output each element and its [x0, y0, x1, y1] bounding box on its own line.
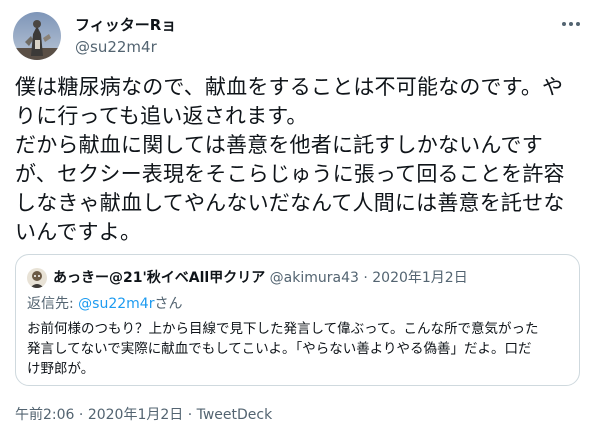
tweet-line: りに行っても追い返されます。: [15, 104, 308, 128]
tweet-source-link[interactable]: TweetDeck: [197, 407, 273, 423]
footer-separator: ·: [183, 407, 197, 423]
footer-separator: ·: [74, 407, 88, 423]
author-avatar[interactable]: [13, 12, 61, 60]
tweet-line: いんですよ。: [15, 220, 142, 244]
quote-line: け野郎が。: [27, 361, 95, 377]
quote-header: あっきー@21'秋イベAll甲クリア @akimura43 · 2020年1月2…: [53, 268, 468, 288]
reply-suffix: さん: [154, 296, 183, 312]
more-options-button[interactable]: [560, 13, 582, 35]
tweet: フィッターRョ @su22m4r 僕は糖尿病なので、献血をすることは不可能なので…: [0, 0, 596, 433]
quote-reply-context: 返信先: @su22m4rさん: [27, 294, 182, 314]
author-info: フィッターRョ @su22m4r: [75, 15, 176, 57]
reply-prefix: 返信先:: [27, 296, 79, 312]
quote-avatar-icon: [27, 268, 47, 288]
quote-handle: @akimura43: [269, 270, 359, 286]
quote-text: お前何様のつもり？上から目線で見下した発言して偉ぶって。こんな所で意気がった 発…: [27, 319, 572, 379]
tweet-footer: 午前2:06 · 2020年1月2日 · TweetDeck: [15, 405, 272, 425]
tweet-line: だから献血に関しては善意を他者に託すしかないんです: [15, 133, 543, 157]
reply-handle-link[interactable]: @su22m4r: [78, 296, 154, 312]
quote-line: お前何様のつもり？上から目線で見下した発言して偉ぶって。こんな所で意気がった: [27, 321, 539, 337]
quote-date: 2020年1月2日: [372, 270, 468, 286]
tweet-line: が、セクシー表現をそこらじゅうに張って回ることを許容: [15, 162, 565, 186]
author-handle[interactable]: @su22m4r: [75, 37, 176, 57]
author-display-name[interactable]: フィッターRョ: [75, 15, 176, 35]
quote-line: 発言してないで実際に献血でもしてこいよ。「やらない善よりやる偽善」だよ。口だ: [27, 341, 532, 357]
quote-avatar: [27, 268, 47, 288]
more-options-icon: [562, 22, 580, 26]
tweet-text: 僕は糖尿病なので、献血をすることは不可能なのです。や りに行っても追い返されます…: [15, 73, 583, 247]
quote-separator: ·: [358, 270, 373, 286]
avatar-figure-icon: [13, 12, 61, 60]
quote-display-name: あっきー@21'秋イベAll甲クリア: [53, 270, 266, 286]
tweet-time-link[interactable]: 午前2:06: [15, 407, 74, 423]
tweet-date-link[interactable]: 2020年1月2日: [88, 407, 183, 423]
tweet-line: 僕は糖尿病なので、献血をすることは不可能なのです。や: [15, 75, 564, 99]
tweet-line: しなきゃ献血してやんないだなんて人間には善意を託せな: [15, 191, 565, 215]
quoted-tweet[interactable]: あっきー@21'秋イベAll甲クリア @akimura43 · 2020年1月2…: [15, 254, 580, 386]
